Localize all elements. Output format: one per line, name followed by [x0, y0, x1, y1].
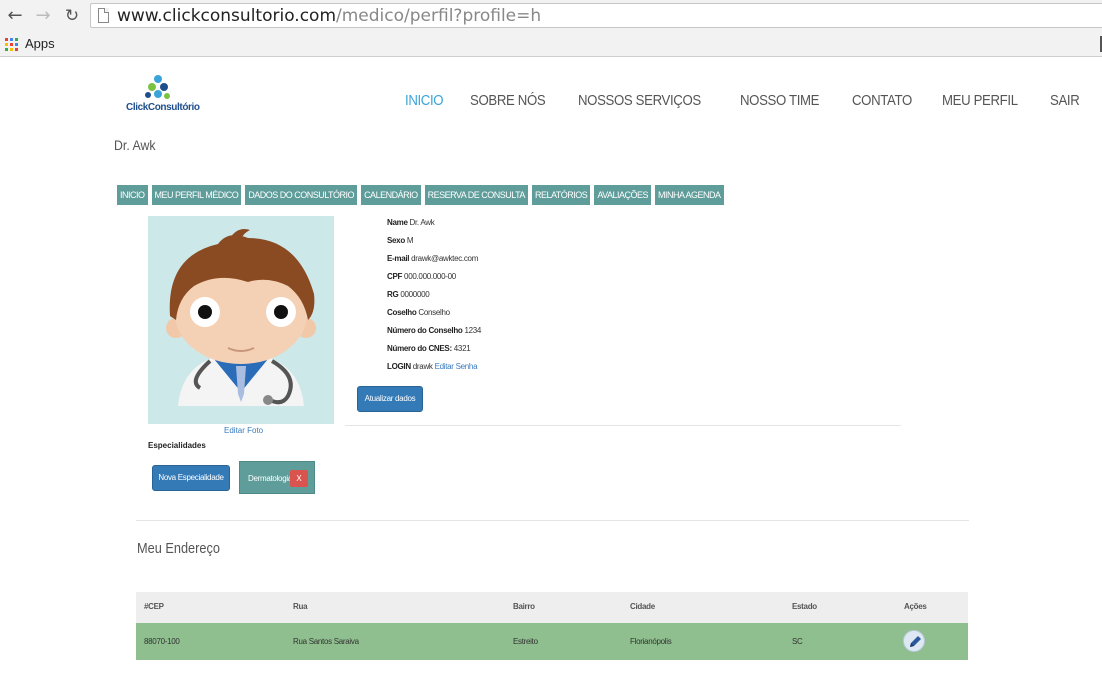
info-value: 1234	[464, 326, 482, 335]
info-label: Name	[387, 218, 408, 227]
cell-estado: SC	[792, 637, 803, 646]
sub-nav-item[interactable]: CALENDÁRIO	[361, 185, 421, 205]
url-text[interactable]: www.clickconsultorio.com/medico/perfil?p…	[117, 6, 541, 26]
divider	[345, 425, 901, 426]
info-row: Número do Conselho 1234	[387, 326, 481, 344]
sub-nav-item[interactable]: INICIO	[117, 185, 148, 205]
bookmarks-bar: Apps	[0, 32, 1102, 57]
info-row: LOGIN drawk Editar Senha	[387, 362, 481, 380]
info-value: M	[406, 236, 414, 245]
pencil-icon	[910, 636, 921, 647]
cell-cep: 88070-100	[144, 637, 180, 646]
info-label: Número do Conselho	[387, 326, 463, 335]
sub-nav-item[interactable]: RELATÓRIOS	[531, 185, 591, 205]
info-value: drawk	[412, 362, 433, 371]
page-icon	[98, 8, 109, 23]
remove-specialty-button[interactable]: X	[290, 470, 308, 487]
table-row: 88070-100 Rua Santos Saraiva Estreito Fl…	[136, 623, 968, 660]
profile-info: Name Dr. Awk Sexo M E-mail drawk@awktec.co…	[387, 218, 481, 380]
doctor-name-title: Dr. Awk	[114, 137, 156, 153]
sub-nav-item[interactable]: MINHA AGENDA	[655, 185, 724, 205]
profile-sub-nav: INICIO MEU PERFIL MÉDICO DADOS DO CONSULTÓ…	[117, 185, 728, 205]
url-domain: www.clickconsultorio.com	[117, 6, 337, 26]
sub-nav-item[interactable]: AVALIAÇÕES	[594, 185, 651, 205]
edit-address-button[interactable]	[903, 630, 925, 652]
cell-bairro: Estreito	[513, 637, 538, 646]
info-value: 0000000	[400, 290, 430, 299]
nav-item-contato[interactable]: CONTATO	[852, 92, 912, 109]
column-header-cidade: Cidade	[630, 602, 655, 611]
divider	[136, 520, 969, 521]
browser-toolbar: ← → ↻ www.clickconsultorio.com/medico/pe…	[0, 0, 1102, 32]
nav-item-nosso-time[interactable]: NOSSO TIME	[740, 92, 819, 109]
info-label: CPF	[387, 272, 403, 281]
main-nav: INICIO SOBRE NÓS NOSSOS SERVIÇOS NOSSO TIME…	[405, 92, 1102, 109]
sub-nav-item[interactable]: DADOS DO CONSULTÓRIO	[245, 185, 358, 205]
column-header-cep: #CEP	[144, 602, 164, 611]
cell-cidade: Florianópolis	[630, 637, 672, 646]
site-logo[interactable]: ClickConsultório	[126, 72, 200, 118]
info-value: 4321	[453, 344, 471, 353]
nova-especialidade-button[interactable]: Nova Especialidade	[152, 465, 230, 491]
column-header-acoes: Ações	[904, 602, 927, 611]
info-row: Coselho Conselho	[387, 308, 481, 326]
info-row: Name Dr. Awk	[387, 218, 481, 236]
address-table: #CEP Rua Bairro Cidade Estado Ações 8807…	[136, 592, 968, 660]
nav-item-inicio[interactable]: INICIO	[405, 92, 444, 109]
info-label: Coselho	[387, 308, 417, 317]
update-data-button[interactable]: Atualizar dados	[357, 386, 423, 412]
url-path: /medico/perfil?profile=h	[336, 6, 542, 26]
info-row: CPF 000.000.000-00	[387, 272, 481, 290]
info-value: drawk@awktec.com	[411, 254, 479, 263]
nav-item-sobre-nós[interactable]: SOBRE NÓS	[470, 92, 546, 109]
info-label: Sexo	[387, 236, 405, 245]
logo-text: ClickConsultório	[126, 102, 200, 113]
specialty-label: Dermatologia	[248, 474, 292, 483]
cell-rua: Rua Santos Saraiva	[293, 637, 359, 646]
doctor-avatar	[148, 216, 334, 424]
info-label: LOGIN	[387, 362, 411, 371]
reload-icon[interactable]: ↻	[61, 5, 83, 27]
info-row: RG 0000000	[387, 290, 481, 308]
sub-nav-item[interactable]: MEU PERFIL MÉDICO	[151, 185, 242, 205]
info-row: Número do CNES: 4321	[387, 344, 481, 362]
column-header-rua: Rua	[293, 602, 308, 611]
address-bar[interactable]: www.clickconsultorio.com/medico/perfil?p…	[90, 3, 1102, 28]
forward-icon[interactable]: →	[32, 5, 54, 27]
column-header-estado: Estado	[792, 602, 817, 611]
edit-password-link[interactable]: Editar Senha	[435, 362, 478, 371]
nav-item-meu-perfil[interactable]: MEU PERFIL	[942, 92, 1018, 109]
info-label: RG	[387, 290, 399, 299]
apps-grid-icon[interactable]	[5, 38, 18, 51]
logo-icon	[145, 75, 170, 99]
info-value: Dr. Awk	[409, 218, 435, 227]
bookmark-apps[interactable]: Apps	[25, 36, 55, 51]
especialidades-label: Especialidades	[148, 441, 206, 450]
edit-photo-link[interactable]: Editar Foto	[224, 426, 263, 435]
info-row: E-mail drawk@awktec.com	[387, 254, 481, 272]
info-row: Sexo M	[387, 236, 481, 254]
doctor-avatar-illustration	[148, 216, 334, 424]
nav-item-nossos-serviços[interactable]: NOSSOS SERVIÇOS	[578, 92, 701, 109]
back-icon[interactable]: ←	[4, 5, 26, 27]
column-header-bairro: Bairro	[513, 602, 535, 611]
nav-item-sair[interactable]: SAIR	[1050, 92, 1080, 109]
specialty-chip: Dermatologia X	[239, 461, 315, 494]
table-header: #CEP Rua Bairro Cidade Estado Ações	[136, 592, 968, 623]
address-section-title: Meu Endereço	[137, 540, 220, 557]
info-value: Conselho	[418, 308, 450, 317]
info-label: E-mail	[387, 254, 410, 263]
info-label: Número do CNES:	[387, 344, 452, 353]
sub-nav-item[interactable]: RESERVA DE CONSULTA	[424, 185, 528, 205]
info-value: 000.000.000-00	[404, 272, 456, 281]
